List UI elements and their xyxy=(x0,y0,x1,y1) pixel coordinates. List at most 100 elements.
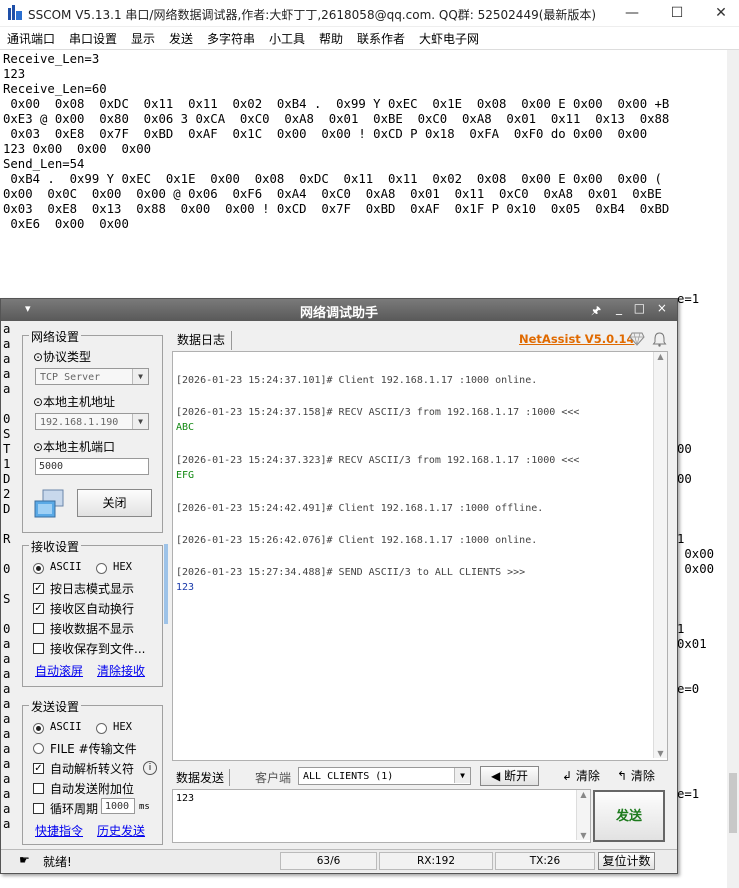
menu-help[interactable]: 帮助 xyxy=(319,30,343,47)
menu-multi-string[interactable]: 多字符串 xyxy=(207,30,255,47)
cycle-period-input[interactable]: 1000 xyxy=(101,798,135,814)
scroll-up-icon[interactable]: ▲ xyxy=(654,352,667,361)
ready-hand-icon: ☛ xyxy=(19,853,30,867)
bg-left-char: a xyxy=(3,667,11,681)
bg-text-fragment: 00 xyxy=(677,472,692,486)
window-buttons[interactable]: _ □ × xyxy=(616,301,671,315)
bg-text-fragment: 1 xyxy=(677,622,685,636)
cycle-send-checkbox[interactable] xyxy=(33,803,44,814)
save-to-file-checkbox[interactable] xyxy=(33,643,44,654)
scroll-down-icon[interactable]: ▼ xyxy=(654,749,667,758)
text-line: Receive_Len=60 xyxy=(3,82,107,96)
scroll-up-icon[interactable]: ▲ xyxy=(577,790,590,799)
tab-data-log[interactable]: 数据日志 xyxy=(175,331,233,350)
clear-send-button[interactable]: ↲ 清除 xyxy=(562,767,600,784)
bg-left-char: S xyxy=(3,592,11,606)
bg-left-char: a xyxy=(3,787,11,801)
auto-wrap-label: 接收区自动换行 xyxy=(50,602,135,616)
bg-left-char: a xyxy=(3,802,11,816)
host-address-select[interactable]: 192.168.1.190 ▼ xyxy=(35,413,149,430)
append-checksum-label: 自动发送附加位 xyxy=(50,782,135,796)
menu-display[interactable]: 显示 xyxy=(131,30,155,47)
auto-wrap-checkbox[interactable]: ✓ xyxy=(33,603,44,614)
netassist-brand-link[interactable]: NetAssist V5.0.14 xyxy=(519,332,634,346)
send-ascii-radio[interactable] xyxy=(33,723,44,734)
menu-daxia-site[interactable]: 大虾电子网 xyxy=(419,30,479,47)
log-line: [2026-01-23 15:24:37.323]# RECV ASCII/3 … xyxy=(176,455,580,466)
protocol-value: TCP Server xyxy=(40,372,101,383)
text-line: 0xE6 0x00 0x00 xyxy=(3,217,129,231)
disconnect-label: 断开 xyxy=(504,769,529,783)
log-mode-checkbox[interactable]: ✓ xyxy=(33,583,44,594)
send-settings-title: 发送设置 xyxy=(29,698,82,715)
status-tx: TX:26 xyxy=(495,852,595,870)
recv-ascii-radio[interactable] xyxy=(33,563,44,574)
log-line: 123 xyxy=(176,582,195,593)
scrollbar-thumb[interactable] xyxy=(729,773,737,833)
bg-left-char: D xyxy=(3,472,11,486)
text-line: 0xE3 @ 0x00 0x80 0x06 3 0xCA 0xC0 0xA8 0… xyxy=(3,112,670,126)
disconnect-button[interactable]: ◀ 断开 xyxy=(480,766,539,786)
clear-send-label: 清除 xyxy=(575,769,600,783)
client-select[interactable]: ALL CLIENTS (1) ▼ xyxy=(298,767,471,785)
status-bar: ☛ 就绪! 63/6 RX:192 TX:26 复位计数 xyxy=(1,849,677,872)
log-line: EFG xyxy=(176,470,195,481)
no-display-checkbox[interactable] xyxy=(33,623,44,634)
clear-log-label: 清除 xyxy=(630,769,655,783)
protocol-select[interactable]: TCP Server ▼ xyxy=(35,368,149,385)
no-display-label: 接收数据不显示 xyxy=(50,622,135,636)
scroll-down-icon[interactable]: ▼ xyxy=(577,831,590,840)
menu-contact-author[interactable]: 联系作者 xyxy=(357,30,405,47)
arrow-left-icon: ◀ xyxy=(490,769,501,783)
host-port-input[interactable]: 5000 xyxy=(35,458,149,475)
log-line: [2026-01-23 15:27:34.488]# SEND ASCII/3 … xyxy=(176,567,526,578)
panel-splitter[interactable] xyxy=(164,544,168,624)
menu-comm-port[interactable]: 通讯端口 xyxy=(7,30,55,47)
send-button[interactable]: 发送 xyxy=(593,790,665,842)
menu-tools[interactable]: 小工具 xyxy=(269,30,305,47)
send-ascii-label: ASCII xyxy=(50,721,82,733)
bg-left-char: a xyxy=(3,712,11,726)
send-text-input[interactable]: 123 ▲ ▼ xyxy=(172,789,591,843)
info-icon[interactable]: i xyxy=(143,761,157,775)
bg-text-fragment: 0x01 xyxy=(677,637,707,651)
bell-icon[interactable] xyxy=(652,332,667,347)
diamond-icon[interactable] xyxy=(629,332,645,346)
text-line: 123 xyxy=(3,67,26,81)
data-log-area[interactable]: [2026-01-23 15:24:37.101]# Client 192.16… xyxy=(172,351,668,761)
log-line: [2026-01-23 15:26:42.076]# Client 192.16… xyxy=(176,535,538,546)
file-send-radio[interactable] xyxy=(33,743,44,754)
send-scrollbar[interactable]: ▲ ▼ xyxy=(576,790,590,840)
send-history-link[interactable]: 历史发送 xyxy=(97,822,145,839)
log-line: [2026-01-23 15:24:37.158]# RECV ASCII/3 … xyxy=(176,407,580,418)
menu-send[interactable]: 发送 xyxy=(169,30,193,47)
file-send-label: FILE #传输文件 xyxy=(50,742,137,756)
pin-icon[interactable]: 🖈 xyxy=(591,302,601,321)
netassist-title: 网络调试助手 xyxy=(299,306,378,321)
bg-left-char: a xyxy=(3,772,11,786)
send-hex-radio[interactable] xyxy=(96,723,107,734)
bg-left-char: a xyxy=(3,757,11,771)
auto-scroll-link[interactable]: 自动滚屏 xyxy=(35,662,83,679)
bg-left-char: a xyxy=(3,742,11,756)
auto-escape-checkbox[interactable]: ✓ xyxy=(33,763,44,774)
close-connection-button[interactable]: 关闭 xyxy=(77,489,152,517)
clear-log-button[interactable]: ↰ 清除 xyxy=(617,767,655,784)
minimize-button[interactable]: — xyxy=(612,3,652,23)
menu-serial-settings[interactable]: 串口设置 xyxy=(69,30,117,47)
maximize-button[interactable]: ☐ xyxy=(657,3,697,23)
text-line: Send_Len=54 xyxy=(3,157,85,171)
shortcut-commands-link[interactable]: 快捷指令 xyxy=(35,822,83,839)
log-line: ABC xyxy=(176,422,195,433)
text-line: Receive_Len=3 xyxy=(3,52,100,66)
clear-receive-link[interactable]: 清除接收 xyxy=(97,662,145,679)
sscom-vertical-scrollbar[interactable] xyxy=(727,50,739,888)
bg-left-char: 0 xyxy=(3,562,11,576)
recv-hex-radio[interactable] xyxy=(96,563,107,574)
close-button[interactable]: ✕ xyxy=(701,3,739,23)
log-scrollbar[interactable]: ▲ ▼ xyxy=(653,352,667,758)
status-rx: RX:192 xyxy=(379,852,493,870)
tab-data-send[interactable]: 数据发送 xyxy=(176,769,231,786)
append-checksum-checkbox[interactable] xyxy=(33,783,44,794)
reset-counter-button[interactable]: 复位计数 xyxy=(598,852,655,870)
